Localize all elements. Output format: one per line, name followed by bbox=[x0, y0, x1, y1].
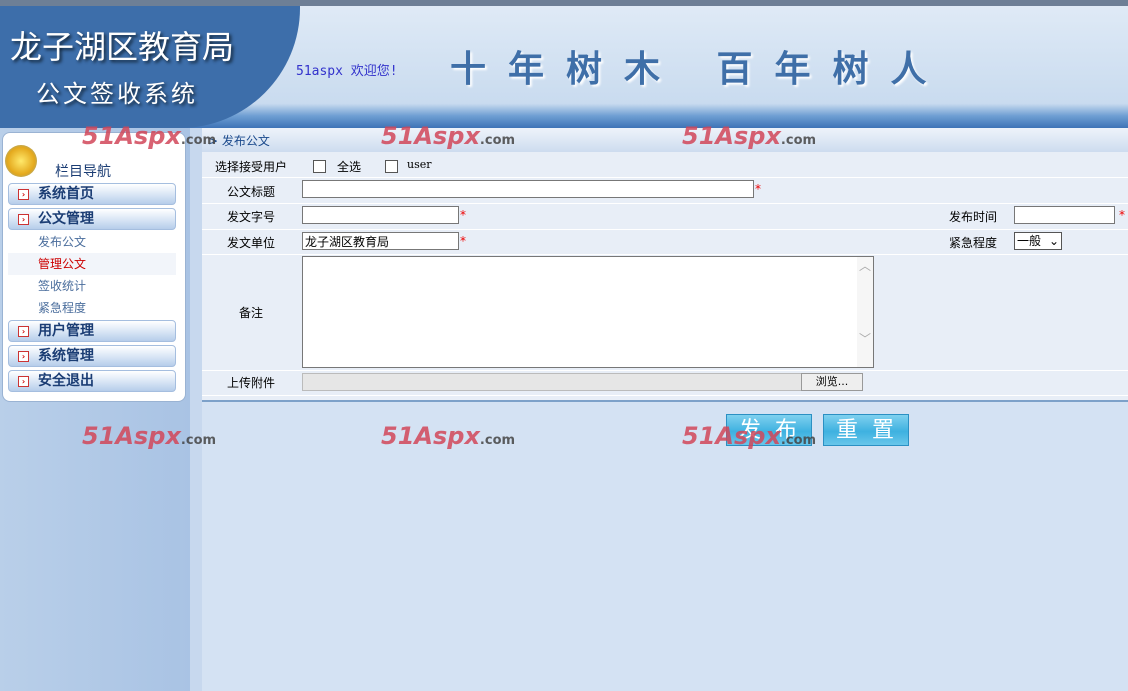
arrow-icon: › bbox=[18, 326, 29, 337]
nav-system[interactable]: › 系统管理 bbox=[8, 345, 176, 367]
breadcrumb: > 发布公文 bbox=[202, 128, 1128, 152]
required-mark: * bbox=[1119, 208, 1125, 222]
note-label: 备注 bbox=[238, 306, 263, 320]
slogan: 十年树木 百年树人 bbox=[450, 49, 949, 90]
watermark: 51Aspx.com bbox=[381, 422, 516, 450]
arrow-icon: › bbox=[18, 376, 29, 387]
select-all-label: 全选 bbox=[337, 160, 362, 174]
nav-docs[interactable]: › 公文管理 bbox=[8, 208, 176, 230]
arrow-icon: › bbox=[18, 189, 29, 200]
chevron-down-icon: ⌄ bbox=[1048, 234, 1059, 248]
watermark: 51Aspx.com bbox=[682, 122, 817, 150]
welcome-text: 51aspx 欢迎您! bbox=[296, 64, 398, 79]
arrow-icon: › bbox=[18, 351, 29, 362]
title-label: 公文标题 bbox=[226, 185, 275, 199]
nav-label: 用户管理 bbox=[38, 323, 94, 339]
recipients-label: 选择接受用户 bbox=[214, 160, 287, 174]
sidebar-splitter[interactable] bbox=[190, 128, 202, 691]
org-name: 龙子湖区教育局 bbox=[10, 28, 235, 66]
required-mark: * bbox=[460, 208, 466, 222]
sub-publish[interactable]: 发布公文 bbox=[8, 231, 176, 253]
watermark: 51Aspx.com bbox=[682, 422, 817, 450]
sidebar: 栏目导航 › 系统首页 › 公文管理 发布公文 管理公文 签收统计 紧急程度 › 用户… bbox=[0, 128, 190, 691]
watermark: 51Aspx.com bbox=[82, 422, 217, 450]
nav-users[interactable]: › 用户管理 bbox=[8, 320, 176, 342]
nav-title: 栏目导航 bbox=[55, 164, 111, 180]
reset-button[interactable]: 重置 bbox=[823, 414, 909, 446]
publish-form: > 发布公文 选择接受用户 全选 user 公文标题 * 发文字号 * 发布时间… bbox=[202, 128, 1128, 402]
urgency-label: 紧急程度 bbox=[949, 236, 998, 250]
note-textarea[interactable]: ︿ ﹀ bbox=[302, 256, 874, 368]
unit-label: 发文单位 bbox=[226, 236, 275, 250]
attach-label: 上传附件 bbox=[226, 376, 275, 390]
sub-urgency[interactable]: 紧急程度 bbox=[8, 297, 176, 319]
scrollbar[interactable]: ︿ ﹀ bbox=[857, 257, 873, 367]
select-all-checkbox[interactable] bbox=[313, 160, 326, 173]
nav-label: 公文管理 bbox=[38, 211, 94, 227]
sub-manage[interactable]: 管理公文 bbox=[8, 253, 176, 275]
nav-label: 安全退出 bbox=[38, 373, 94, 389]
urgency-value: 一般 bbox=[1017, 234, 1042, 248]
date-label: 发布时间 bbox=[949, 210, 998, 224]
user-checkbox[interactable] bbox=[385, 160, 398, 173]
date-input[interactable] bbox=[1014, 206, 1115, 224]
docno-label: 发文字号 bbox=[226, 210, 275, 224]
nav-panel: 栏目导航 › 系统首页 › 公文管理 发布公文 管理公文 签收统计 紧急程度 › 用户… bbox=[2, 132, 186, 402]
required-mark: * bbox=[460, 234, 466, 248]
user-label: user bbox=[407, 158, 432, 171]
cube-icon bbox=[5, 145, 37, 177]
title-input[interactable] bbox=[302, 180, 754, 198]
system-name: 公文签收系统 bbox=[36, 80, 198, 108]
nav-label: 系统首页 bbox=[38, 186, 94, 202]
watermark: 51Aspx.com bbox=[82, 122, 217, 150]
docno-input[interactable] bbox=[302, 206, 459, 224]
required-mark: * bbox=[755, 182, 761, 196]
unit-input[interactable] bbox=[302, 232, 459, 250]
browse-button[interactable]: 浏览... bbox=[801, 373, 863, 391]
file-path-input[interactable] bbox=[302, 373, 804, 391]
sub-stats[interactable]: 签收统计 bbox=[8, 275, 176, 297]
nav-label: 系统管理 bbox=[38, 348, 94, 364]
nav-home[interactable]: › 系统首页 bbox=[8, 183, 176, 205]
urgency-select[interactable]: 一般 ⌄ bbox=[1014, 232, 1062, 250]
arrow-icon: › bbox=[18, 214, 29, 225]
nav-logout[interactable]: › 安全退出 bbox=[8, 370, 176, 392]
watermark: 51Aspx.com bbox=[381, 122, 516, 150]
